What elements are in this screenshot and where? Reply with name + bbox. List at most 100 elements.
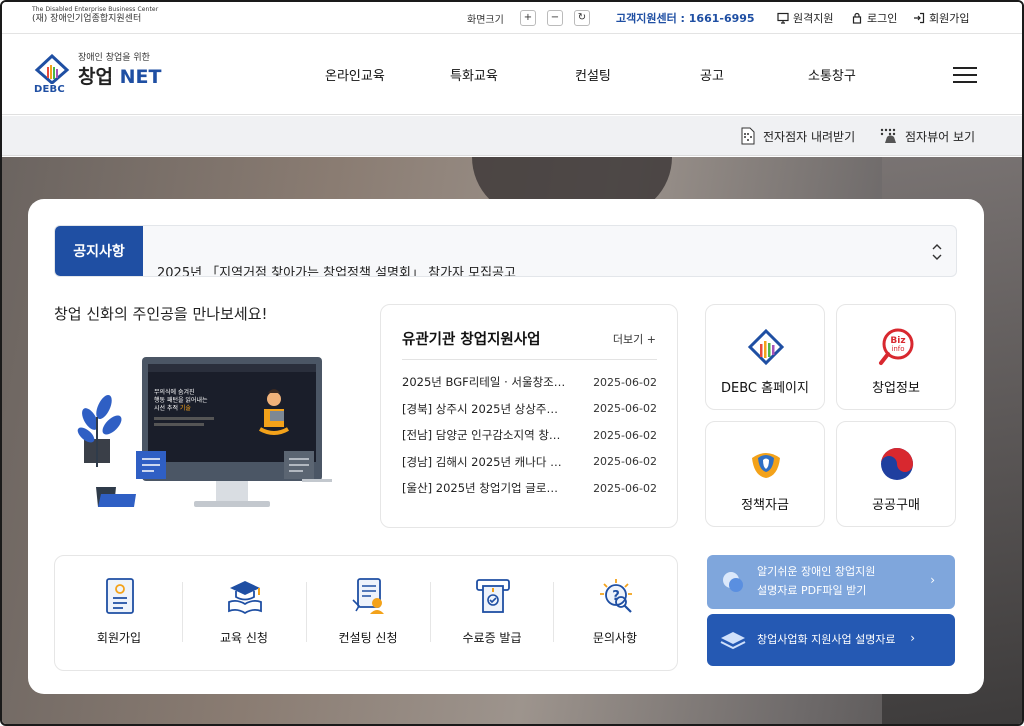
consulting-icon — [352, 578, 384, 614]
notice-label: 공지사항 — [55, 226, 143, 276]
monitor-icon — [777, 12, 789, 24]
nav-announcement[interactable]: 공고 — [700, 65, 724, 84]
braille-file-icon — [741, 127, 755, 145]
page-frame: The Disabled Enterprise Business Center … — [0, 0, 1024, 726]
shortcut-consulting-apply[interactable]: 컨설팅 신청 — [306, 556, 430, 672]
list-item-date: 2025-06-02 — [593, 428, 657, 442]
banner1-line1: 알기쉬운 장애인 창업지원 — [757, 565, 876, 578]
taegeuk-icon — [881, 448, 913, 480]
related-panel-title: 유관기관 창업지원사업 — [402, 332, 541, 348]
notice-ticker: 공지사항 2025년 「지역거점 찾아가는 창업정책 설명회」 참가자 모집공고 — [54, 225, 957, 277]
list-item-title: [전남] 담양군 인구감소지역 창업지원 — [402, 428, 566, 443]
utility-bar: The Disabled Enterprise Business Center … — [2, 2, 1022, 34]
list-item[interactable]: [경북] 상주시 2025년 상상주도 창업지원 2025-06-02 — [402, 396, 657, 423]
sign-in-icon — [914, 12, 925, 24]
shortcut-signup[interactable]: 회원가입 — [57, 556, 181, 672]
zoom-out-button[interactable]: − — [547, 10, 563, 26]
signup-link[interactable]: 회원가입 — [913, 10, 969, 26]
notice-message-link[interactable]: 2025년 「지역거점 찾아가는 창업정책 설명회」 참가자 모집공고 — [157, 262, 516, 276]
logo-title-net: NET — [119, 66, 162, 88]
nav-online-education[interactable]: 온라인교육 — [325, 65, 385, 84]
brand-english: The Disabled Enterprise Business Center — [32, 6, 159, 13]
logo-title-ko: 창업 — [78, 66, 113, 88]
policy-fund-button[interactable]: 정책자금 — [705, 421, 825, 527]
login-label: 로그인 — [867, 12, 898, 25]
shortcut-signup-label: 회원가입 — [96, 631, 142, 645]
speech-bubble-icon — [723, 572, 743, 592]
chevron-right-icon: › — [910, 631, 915, 645]
chevron-right-icon: › — [930, 573, 935, 587]
list-item-date: 2025-06-02 — [593, 375, 657, 389]
hamburger-menu-icon[interactable] — [953, 67, 977, 83]
debc-homepage-label: DEBC 홈페이지 — [721, 381, 809, 396]
policy-fund-logo-icon — [752, 453, 780, 478]
braille-viewer-link[interactable]: 점자뷰어 보기 — [879, 127, 975, 145]
nav-communication[interactable]: 소통창구 — [808, 65, 856, 84]
startup-info-label: 창업정보 — [872, 381, 920, 396]
notice-scroll-arrows-icon[interactable] — [932, 242, 942, 262]
related-more-link[interactable]: 더보기 + — [613, 331, 656, 347]
service-shortcut-menu: 회원가입 교육 신청 컨설팅 신청 수료증 발급 ? 문의사항 — [54, 555, 678, 671]
shortcut-consulting-label: 컨설팅 신청 — [338, 631, 398, 645]
braille-download-link[interactable]: 전자점자 내려받기 — [739, 127, 855, 145]
braille-bar: 전자점자 내려받기 점자뷰어 보기 — [2, 116, 1022, 156]
braille-download-label: 전자점자 내려받기 — [763, 129, 856, 144]
list-item-title: [경남] 김해시 2025년 캐나다 진출 지원 — [402, 454, 566, 469]
shortcut-certificate-label: 수료증 발급 — [462, 631, 522, 645]
nav-consulting[interactable]: 컨설팅 — [575, 65, 611, 84]
site-header: DEBC 장애인 창업을 위한 창업 NET 온라인교육 특화교육 컨설팅 공고… — [2, 35, 1022, 115]
brand-korean: (재) 장애인기업종합지원센터 — [32, 14, 142, 24]
certificate-printer-icon — [476, 579, 510, 613]
screen-headline-3a: 시선 추적 — [154, 404, 180, 412]
remote-support-label: 원격지원 — [793, 12, 834, 25]
list-item-date: 2025-06-02 — [593, 455, 657, 469]
list-item-title: 2025년 BGF리테일 · 서울창조경제혁신센터 — [402, 375, 566, 390]
site-logo[interactable]: DEBC 장애인 창업을 위한 창업 NET — [34, 53, 161, 96]
screen-headline-3b: 기술 — [180, 404, 192, 412]
commercialization-guide-banner[interactable]: 창업사업화 지원사업 설명자료 › — [707, 614, 955, 666]
list-item[interactable]: [울산] 2025년 창업기업 글로벌 진출 지원 2025-06-02 — [402, 475, 657, 502]
bizinfo-icon: Biz info — [879, 328, 914, 365]
list-item-title: [울산] 2025년 창업기업 글로벌 진출 지원 — [402, 481, 566, 496]
zoom-reset-button[interactable]: ↻ — [574, 10, 590, 26]
logo-subtitle: 장애인 창업을 위한 — [78, 53, 150, 63]
inquiry-lightbulb-icon: ? — [600, 579, 632, 613]
nav-special-education[interactable]: 특화교육 — [450, 65, 498, 84]
graduation-book-icon — [228, 581, 262, 615]
braille-viewer-icon — [880, 128, 896, 143]
screen-headline-1: 무의식에 숨겨진 — [154, 388, 195, 396]
list-item[interactable]: [전남] 담양군 인구감소지역 창업지원 2025-06-02 — [402, 422, 657, 449]
shortcut-certificate-issue[interactable]: 수료증 발급 — [430, 556, 554, 672]
logo-title: 창업 NET — [78, 68, 161, 87]
main-content-card: 공지사항 2025년 「지역거점 찾아가는 창업정책 설명회」 참가자 모집공고… — [28, 199, 984, 694]
zoom-in-button[interactable]: + — [520, 10, 536, 26]
signup-label: 회원가입 — [929, 12, 970, 25]
list-item[interactable]: [경남] 김해시 2025년 캐나다 진출 지원 2025-06-02 — [402, 449, 657, 476]
related-agencies-panel: 유관기관 창업지원사업 더보기 + 2025년 BGF리테일 · 서울창조경제혁… — [380, 304, 678, 528]
debc-logo-icon — [747, 328, 785, 366]
shortcut-inquiry-label: 문의사항 — [592, 631, 638, 645]
startup-info-button[interactable]: Biz info 창업정보 — [836, 304, 956, 410]
font-size-label: 화면크기 — [467, 15, 504, 26]
braille-viewer-label: 점자뷰어 보기 — [905, 129, 976, 144]
list-item-date: 2025-06-02 — [593, 402, 657, 416]
screen-headline-3: 시선 추적 기술 — [154, 404, 191, 412]
lock-icon — [852, 12, 862, 24]
remote-support-link[interactable]: 원격지원 — [777, 10, 833, 26]
debc-homepage-button[interactable]: DEBC 홈페이지 — [705, 304, 825, 410]
success-story-illustration[interactable]: 무의식에 숨겨진 행동 패턴을 읽어내는 시선 추적 기술 — [76, 347, 336, 517]
shortcut-education-apply[interactable]: 교육 신청 — [182, 556, 306, 672]
center-brand-link[interactable]: The Disabled Enterprise Business Center … — [32, 7, 158, 24]
startup-guide-pdf-banner[interactable]: 알기쉬운 장애인 창업지원 설명자료 PDF파일 받기 › — [707, 555, 955, 609]
list-item-date: 2025-06-02 — [593, 481, 657, 495]
policy-fund-label: 정책자금 — [741, 498, 789, 513]
list-item[interactable]: 2025년 BGF리테일 · 서울창조경제혁신센터 2025-06-02 — [402, 369, 657, 396]
public-purchase-button[interactable]: 공공구매 — [836, 421, 956, 527]
list-item-title: [경북] 상주시 2025년 상상주도 창업지원 — [402, 401, 566, 416]
slogan-heading: 창업 신화의 주인공을 만나보세요! — [54, 305, 268, 323]
banner1-line2: 설명자료 PDF파일 받기 — [757, 584, 867, 597]
debc-logo-mark: DEBC — [34, 53, 70, 95]
login-link[interactable]: 로그인 — [851, 10, 897, 26]
shortcut-inquiry[interactable]: ? 문의사항 — [553, 556, 677, 672]
public-purchase-label: 공공구매 — [872, 498, 920, 513]
